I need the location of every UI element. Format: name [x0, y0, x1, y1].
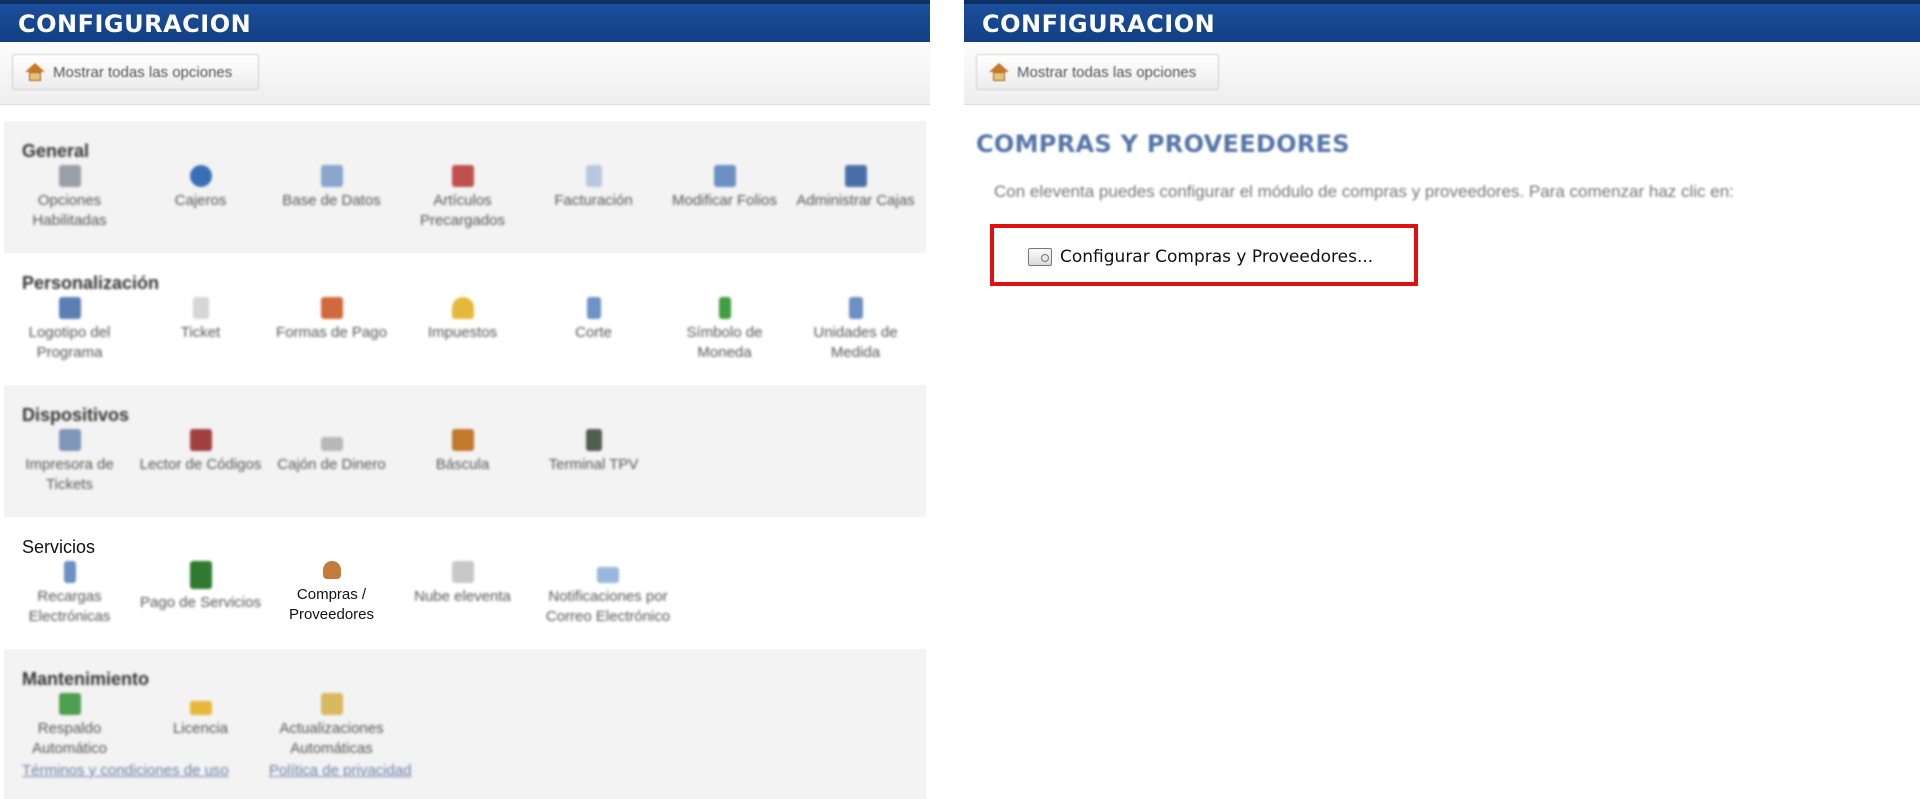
home-icon: [989, 63, 1009, 81]
mail-icon: [597, 567, 619, 583]
configuration-overview-panel: CONFIGURACION Mostrar todas las opciones…: [0, 0, 930, 799]
show-all-options-button[interactable]: Mostrar todas las opciones: [12, 54, 260, 90]
option-modificar-folios[interactable]: Modificar Folios: [659, 165, 790, 247]
option-opciones-habilitadas[interactable]: Opciones Habilitadas: [4, 165, 135, 247]
cash-drawer-icon: [320, 437, 343, 451]
backup-icon: [58, 693, 81, 715]
option-terminal-tpv[interactable]: Terminal TPV: [528, 429, 659, 511]
terms-link[interactable]: Términos y condiciones de uso: [22, 762, 229, 779]
currency-icon: [718, 297, 731, 319]
configure-purchases-button[interactable]: Configurar Compras y Proveedores...: [1028, 247, 1373, 267]
scanner-icon: [189, 429, 212, 451]
footer-links: Términos y condiciones de uso Política d…: [22, 762, 448, 779]
section-title: Personalización: [22, 273, 160, 293]
ticket-icon: [192, 297, 209, 319]
measure-icon: [848, 297, 863, 319]
privacy-link[interactable]: Política de privacidad: [269, 762, 412, 779]
toolbar: Mostrar todas las opciones: [964, 42, 1920, 105]
option-lector-de-codigos[interactable]: Lector de Códigos: [135, 429, 266, 511]
services-icon: [189, 561, 212, 589]
settings-document-icon: [1028, 248, 1052, 266]
option-bascula[interactable]: Báscula: [397, 429, 528, 511]
gear-icon: [58, 165, 81, 187]
option-simbolo-de-moneda[interactable]: Símbolo de Moneda: [659, 297, 790, 379]
phone-icon: [63, 561, 76, 583]
section-title: Servicios: [22, 537, 96, 557]
calendar-icon: [713, 165, 736, 187]
option-nube-eleventa[interactable]: Nube eleventa: [397, 561, 528, 643]
configure-purchases-label: Configurar Compras y Proveedores...: [1060, 247, 1374, 267]
cloud-icon: [451, 561, 474, 583]
option-articulos-precargados[interactable]: Artículos Precargados: [397, 165, 528, 247]
section-general: General Opciones Habilitadas Cajeros Bas…: [4, 121, 926, 253]
terminal-icon: [585, 429, 602, 451]
user-icon: [189, 165, 212, 187]
purchases-icon: [322, 561, 341, 579]
database-icon: [320, 165, 343, 187]
update-icon: [320, 693, 343, 715]
printer-icon: [58, 429, 81, 451]
section-servicios: Servicios Recargas Electrónicas Pago de …: [4, 517, 926, 649]
option-facturacion[interactable]: Facturación: [528, 165, 659, 247]
show-all-options-label: Mostrar todas las opciones: [53, 63, 233, 81]
scale-icon: [451, 429, 474, 451]
panel-header: CONFIGURACION: [964, 0, 1920, 42]
option-notificaciones-correo[interactable]: Notificaciones por Correo Electrónico: [528, 561, 688, 643]
image-icon: [58, 297, 81, 319]
section-title: General: [22, 141, 90, 161]
option-cajon-de-dinero[interactable]: Cajón de Dinero: [266, 429, 397, 511]
option-ticket[interactable]: Ticket: [135, 297, 266, 379]
section-personalizacion: Personalización Logotipo del Programa Ti…: [4, 253, 926, 385]
option-pago-de-servicios[interactable]: Pago de Servicios: [135, 561, 266, 643]
key-icon: [189, 701, 212, 715]
options-grid: General Opciones Habilitadas Cajeros Bas…: [0, 105, 930, 799]
home-icon: [25, 63, 45, 81]
highlight-box: Configurar Compras y Proveedores...: [990, 224, 1418, 286]
section-title: Dispositivos: [22, 405, 130, 425]
panel-header: CONFIGURACION: [0, 0, 930, 42]
option-impuestos[interactable]: Impuestos: [397, 297, 528, 379]
section-title: Mantenimiento: [22, 669, 150, 689]
section-dispositivos: Dispositivos Impresora de Tickets Lector…: [4, 385, 926, 517]
box-icon: [451, 165, 474, 187]
option-impresora-de-tickets[interactable]: Impresora de Tickets: [4, 429, 135, 511]
option-base-de-datos[interactable]: Base de Datos: [266, 165, 397, 247]
option-corte[interactable]: Corte: [528, 297, 659, 379]
option-formas-de-pago[interactable]: Formas de Pago: [266, 297, 397, 379]
cut-icon: [586, 297, 601, 319]
option-cajeros[interactable]: Cajeros: [135, 165, 266, 247]
show-all-options-button[interactable]: Mostrar todas las opciones: [976, 54, 1220, 90]
option-unidades-de-medida[interactable]: Unidades de Medida: [790, 297, 921, 379]
purchases-config-panel: CONFIGURACION Mostrar todas las opciones…: [964, 0, 1920, 425]
section-description: Con eleventa puedes configurar el módulo…: [994, 182, 1734, 201]
toolbar: Mostrar todas las opciones: [0, 42, 930, 105]
payment-icon: [320, 297, 343, 319]
option-recargas-electronicas[interactable]: Recargas Electrónicas: [4, 561, 135, 643]
option-logotipo[interactable]: Logotipo del Programa: [4, 297, 135, 379]
panel-separator: [930, 0, 964, 788]
option-administrar-cajas[interactable]: Administrar Cajas: [790, 165, 921, 247]
invoice-icon: [585, 165, 602, 187]
section-title: COMPRAS Y PROVEEDORES: [976, 130, 1350, 158]
option-compras-proveedores[interactable]: Compras / Proveedores: [266, 561, 397, 643]
show-all-options-label: Mostrar todas las opciones: [1017, 63, 1197, 81]
tax-icon: [451, 297, 474, 319]
register-icon: [844, 165, 867, 187]
